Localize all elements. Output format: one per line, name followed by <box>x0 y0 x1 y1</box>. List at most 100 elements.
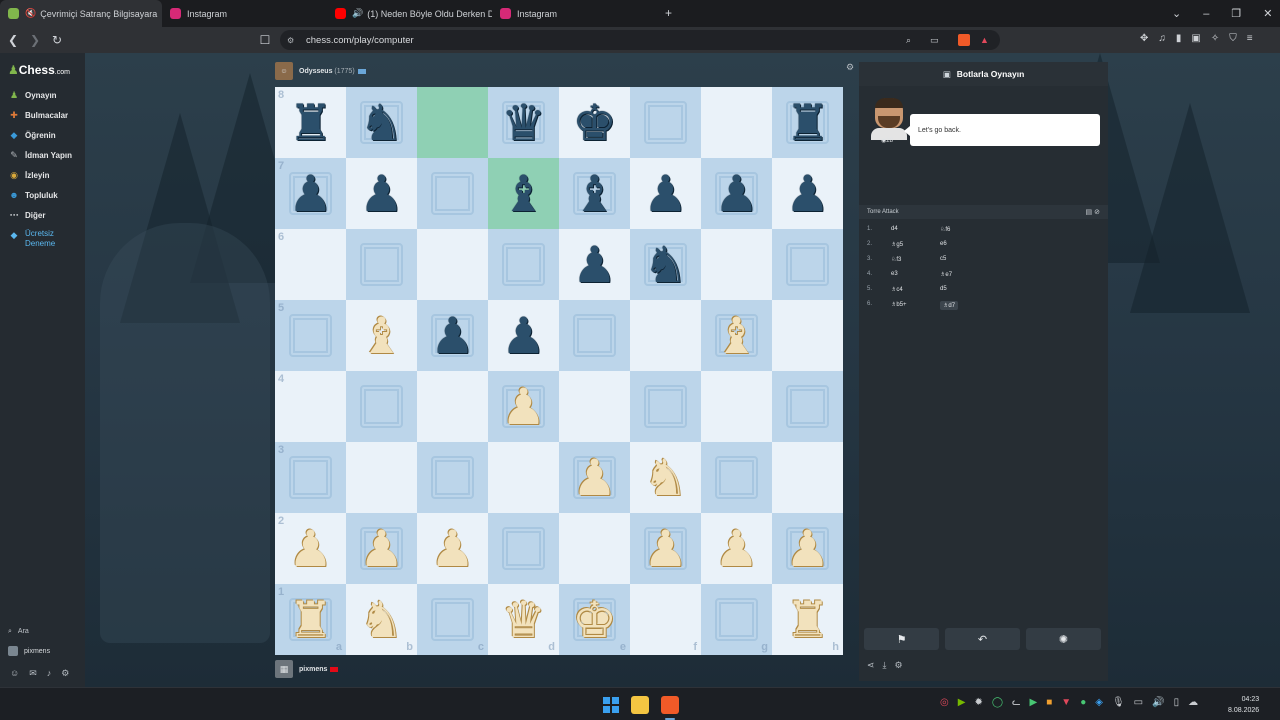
sidebar-item-train[interactable]: ✎ İdman Yapın <box>8 149 72 161</box>
square-b5[interactable]: ♝ <box>346 300 417 371</box>
steam-icon[interactable]: ✹ <box>974 697 982 708</box>
square-h6[interactable] <box>772 229 843 300</box>
sidebar-search[interactable]: ⌕ Ara <box>8 628 29 636</box>
white-move[interactable]: ♗c4 <box>891 286 903 293</box>
maximize-icon[interactable]: ❐ <box>1231 7 1241 20</box>
square-h8[interactable]: ♜ <box>772 87 843 158</box>
square-a7[interactable]: 7 ♟ <box>275 158 346 229</box>
tab-audio-icon[interactable]: 🔊 <box>352 8 363 19</box>
white-rook-icon[interactable]: ♜ <box>288 595 333 645</box>
clock[interactable]: 04:23 8.08.2026 <box>1228 694 1259 716</box>
square-e6[interactable]: ♟ <box>559 229 630 300</box>
white-move[interactable]: d4 <box>891 226 898 232</box>
close-window-icon[interactable]: ✕ <box>1263 7 1272 20</box>
zoom-icon[interactable]: ⌕ <box>906 35 911 46</box>
tab-mute-icon[interactable]: 🔇 <box>25 8 36 19</box>
square-e3[interactable]: ♟ <box>559 442 630 513</box>
black-knight-icon[interactable]: ♞ <box>359 98 404 148</box>
square-a5[interactable]: 5 <box>275 300 346 371</box>
media-icon[interactable]: ♫ <box>1158 33 1166 44</box>
square-e4[interactable] <box>559 371 630 442</box>
square-c8[interactable] <box>417 87 488 158</box>
black-pawn-icon[interactable]: ♟ <box>643 169 688 219</box>
square-a2[interactable]: 2 ♟ <box>275 513 346 584</box>
square-f7[interactable]: ♟ <box>630 158 701 229</box>
share-icon[interactable]: ⋖ <box>867 660 875 671</box>
gear-icon[interactable]: ⚙ <box>895 660 903 671</box>
square-e8[interactable]: ♚ <box>559 87 630 158</box>
black-pawn-icon[interactable]: ♟ <box>430 311 475 361</box>
square-h2[interactable]: ♟ <box>772 513 843 584</box>
microphone-icon[interactable]: 🎙 <box>1112 697 1125 708</box>
black-queen-icon[interactable]: ♛ <box>501 98 546 148</box>
square-a4[interactable]: 4 <box>275 371 346 442</box>
square-e7[interactable]: ♝ <box>559 158 630 229</box>
black-pawn-icon[interactable]: ♟ <box>785 169 830 219</box>
square-b1[interactable]: b ♞ <box>346 584 417 655</box>
white-pawn-icon[interactable]: ♟ <box>288 524 333 574</box>
black-pawn-icon[interactable]: ♟ <box>288 169 333 219</box>
square-b6[interactable] <box>346 229 417 300</box>
square-d6[interactable] <box>488 229 559 300</box>
square-a1[interactable]: 1 a ♜ <box>275 584 346 655</box>
square-g3[interactable] <box>701 442 772 513</box>
white-rook-icon[interactable]: ♜ <box>785 595 830 645</box>
sidebar-user[interactable]: pixmens <box>8 646 50 656</box>
sidebar-item-puzzles[interactable]: ✚ Bulmacalar <box>8 109 68 121</box>
browser-tab[interactable]: 🔇 Çevrimiçi Satranç Bilgisayara ✕ <box>0 0 162 27</box>
nvidia-icon[interactable]: ▶ <box>958 697 966 708</box>
square-f5[interactable] <box>630 300 701 371</box>
square-h3[interactable] <box>772 442 843 513</box>
black-move[interactable]: e6 <box>940 241 947 247</box>
black-bishop-icon[interactable]: ♝ <box>501 169 546 219</box>
white-pawn-icon[interactable]: ♟ <box>501 382 546 432</box>
square-g2[interactable]: ♟ <box>701 513 772 584</box>
square-b8[interactable]: ♞ <box>346 87 417 158</box>
square-e5[interactable] <box>559 300 630 371</box>
board-settings-icon[interactable]: ⚙ <box>846 62 854 73</box>
wallet-icon[interactable]: ▣ <box>1191 33 1200 44</box>
sidebar-toggle-icon[interactable]: ▮ <box>1176 33 1182 44</box>
black-pawn-icon[interactable]: ♟ <box>501 311 546 361</box>
sidebar-item-learn[interactable]: ◆ Öğrenin <box>8 129 56 141</box>
square-b2[interactable]: ♟ <box>346 513 417 584</box>
white-bishop-icon[interactable]: ♝ <box>359 311 404 361</box>
white-pawn-icon[interactable]: ♟ <box>572 453 617 503</box>
square-d8[interactable]: ♛ <box>488 87 559 158</box>
square-e1[interactable]: e ♚ <box>559 584 630 655</box>
bookmark-icon[interactable]: ☐ <box>255 30 275 50</box>
black-rook-icon[interactable]: ♜ <box>785 98 830 148</box>
square-e2[interactable] <box>559 513 630 584</box>
white-pawn-icon[interactable]: ♟ <box>643 524 688 574</box>
windows-start-icon[interactable] <box>602 696 620 714</box>
browser-tab[interactable]: 🔊 (1) Neden Böyle Oldu Derken Din <box>327 0 492 27</box>
black-move[interactable]: ♗d7 <box>940 301 959 310</box>
brave-shield-icon[interactable] <box>958 34 970 46</box>
square-c6[interactable] <box>417 229 488 300</box>
square-b7[interactable]: ♟ <box>346 158 417 229</box>
tray-app-icon[interactable]: ▼ <box>1061 697 1071 708</box>
sidebar-item-community[interactable]: ☻ Topluluk <box>8 189 57 201</box>
square-c5[interactable]: ♟ <box>417 300 488 371</box>
black-pawn-icon[interactable]: ♟ <box>714 169 759 219</box>
square-c3[interactable] <box>417 442 488 513</box>
square-f8[interactable] <box>630 87 701 158</box>
takeback-button[interactable]: ↶ <box>945 628 1020 650</box>
vpn-icon[interactable]: ⛉ <box>1229 33 1237 44</box>
square-d3[interactable] <box>488 442 559 513</box>
chess-board[interactable]: 8 ♜ ♞ ♛ ♚ ♜ 7 ♟ ♟ ♝ ♝ ♟ ♟ ♟ 6 ♟ ♞ 5 ♝ ♟ ♟ ♝ 4 ♟ 3 ♟ ♞ 2 ♟ ♟ ♟ ♟ ♟ ♟ 1 a ♜ b ♞ c… <box>275 87 843 655</box>
tray-app-icon[interactable]: ◈ <box>1095 697 1103 708</box>
square-d2[interactable] <box>488 513 559 584</box>
sidebar-item-play[interactable]: ♟ Oynayın <box>8 89 57 101</box>
square-f1[interactable]: f <box>630 584 701 655</box>
square-h7[interactable]: ♟ <box>772 158 843 229</box>
white-pawn-icon[interactable]: ♟ <box>359 524 404 574</box>
volume-icon[interactable]: 🔊 <box>1152 697 1164 708</box>
site-info-icon[interactable]: ⚙ <box>287 36 294 45</box>
file-explorer-icon[interactable] <box>631 696 649 714</box>
tab-list-icon[interactable]: ⌄ <box>1172 7 1181 20</box>
back-icon[interactable]: ❮ <box>3 30 23 50</box>
square-a8[interactable]: 8 ♜ <box>275 87 346 158</box>
square-g6[interactable] <box>701 229 772 300</box>
settings-icon[interactable]: ⚙ <box>61 668 69 679</box>
